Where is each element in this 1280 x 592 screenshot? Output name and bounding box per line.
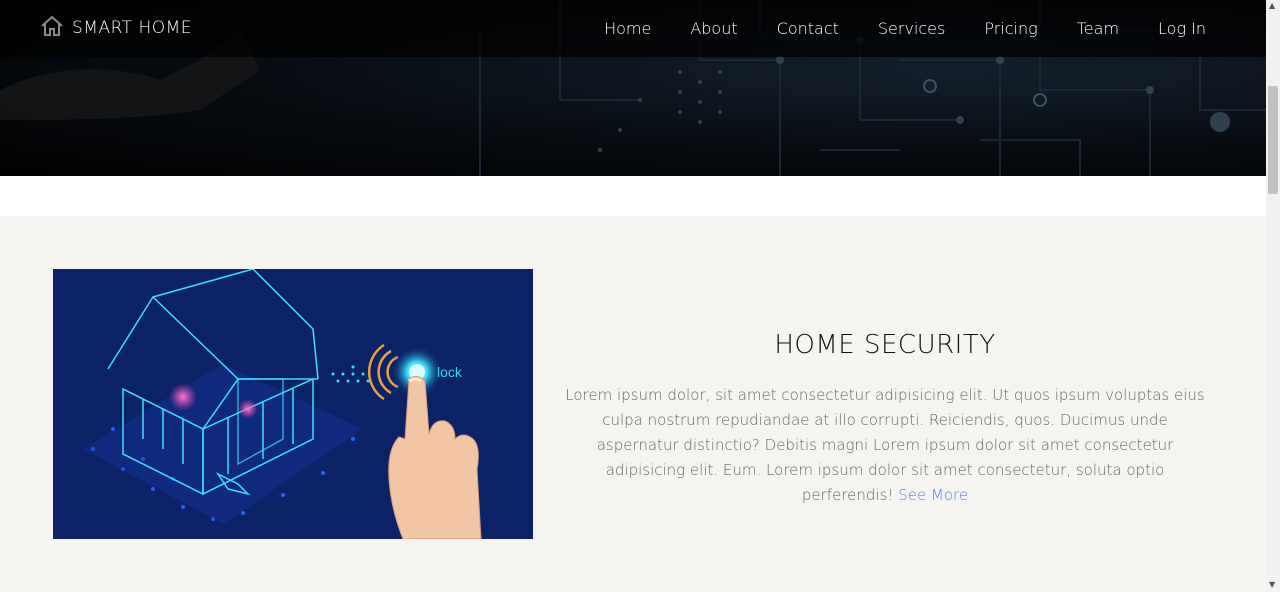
brand-name: SMART HOME bbox=[72, 18, 193, 38]
smart-home-illustration: lock bbox=[53, 269, 533, 539]
nav-team[interactable]: Team bbox=[1077, 19, 1119, 38]
section-description: Lorem ipsum dolor, sit amet consectetur … bbox=[560, 383, 1210, 508]
nav-login[interactable]: Log In bbox=[1158, 19, 1206, 38]
scroll-up-icon[interactable]: ▲ bbox=[1269, 2, 1275, 10]
navbar: SMART HOME Home About Contact Services P… bbox=[0, 0, 1266, 57]
page-scrollbar[interactable]: ▲ ▼ bbox=[1266, 0, 1280, 592]
nav-home[interactable]: Home bbox=[604, 19, 651, 38]
scroll-thumb[interactable] bbox=[1268, 86, 1278, 194]
home-icon bbox=[40, 15, 64, 41]
brand-logo[interactable]: SMART HOME bbox=[40, 14, 192, 42]
nav-pricing[interactable]: Pricing bbox=[984, 19, 1037, 38]
see-more-link[interactable]: See More bbox=[898, 486, 968, 504]
section-body-text: Lorem ipsum dolor, sit amet consectetur … bbox=[565, 386, 1205, 504]
spacer-band bbox=[0, 176, 1266, 216]
nav-about[interactable]: About bbox=[690, 19, 737, 38]
nav-services[interactable]: Services bbox=[878, 19, 945, 38]
scroll-down-icon[interactable]: ▼ bbox=[1269, 581, 1275, 589]
section-title: HOME SECURITY bbox=[774, 329, 996, 360]
nav-contact[interactable]: Contact bbox=[777, 19, 839, 38]
home-security-section: lock HOME SECURITY Lorem ipsum dolor, si… bbox=[0, 216, 1266, 592]
lock-label: lock bbox=[437, 364, 463, 380]
main-nav: Home About Contact Services Pricing Team… bbox=[565, 0, 1206, 57]
